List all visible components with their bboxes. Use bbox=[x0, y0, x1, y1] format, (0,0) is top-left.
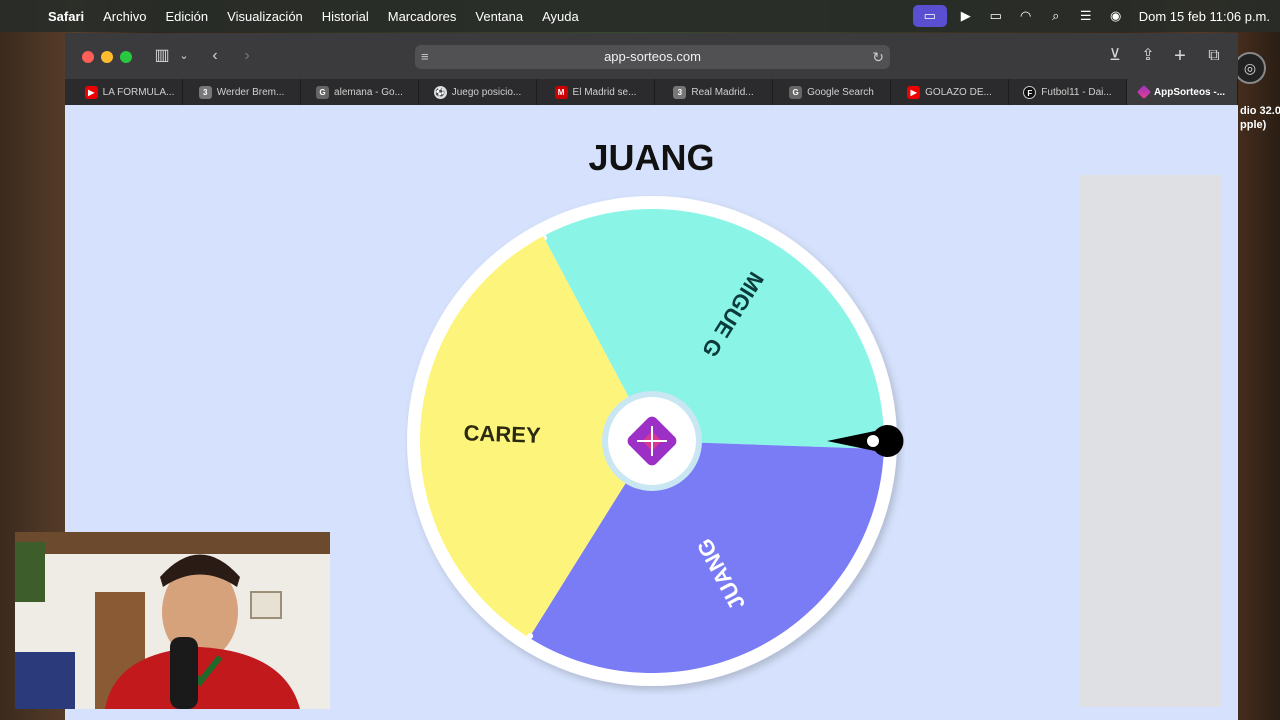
youtube-icon: ▶ bbox=[907, 85, 921, 99]
forward-button[interactable]: › bbox=[237, 45, 257, 67]
new-tab-icon[interactable]: + bbox=[1170, 45, 1190, 67]
site-3-icon: 3 bbox=[673, 85, 687, 99]
background-window-text: dio 32.0 pple) bbox=[1240, 105, 1280, 131]
tab-golazo[interactable]: ▶ GOLAZO DE... bbox=[891, 79, 1009, 105]
tab-overview-icon[interactable]: ⧉ bbox=[1204, 45, 1224, 67]
siri-icon[interactable]: ◉ bbox=[1101, 8, 1131, 24]
site-3-icon: 3 bbox=[198, 85, 212, 99]
marca-icon: M bbox=[554, 85, 568, 99]
google-icon: G bbox=[316, 85, 330, 99]
wifi-icon[interactable]: ◠ bbox=[1011, 8, 1041, 24]
page-menu-icon[interactable]: ≡ bbox=[421, 45, 429, 69]
battery-icon[interactable]: ▭ bbox=[981, 8, 1011, 24]
menu-ventana[interactable]: Ventana bbox=[475, 9, 523, 24]
chevron-down-icon[interactable]: ⌄ bbox=[177, 45, 191, 67]
webcam-video bbox=[15, 532, 330, 709]
wheel-divider-dot bbox=[527, 633, 534, 640]
wheel-segment-label: CAREY bbox=[463, 420, 541, 448]
menu-clock[interactable]: Dom 15 feb 11:06 p.m. bbox=[1139, 9, 1270, 24]
futbol11-icon: F bbox=[1023, 85, 1037, 99]
sidebar-toggle-icon[interactable]: ▥ bbox=[151, 45, 173, 67]
share-icon[interactable]: ⇪ bbox=[1138, 45, 1158, 67]
google-icon: G bbox=[789, 85, 803, 99]
menu-historial[interactable]: Historial bbox=[322, 9, 369, 24]
tab-alemana[interactable]: Galemana - Go... bbox=[301, 79, 419, 105]
status-area: ▭ ▶ ▭ ◠ ⌕ ☰ ◉ Dom 15 feb 11:06 p.m. bbox=[912, 0, 1270, 32]
menu-app-name[interactable]: Safari bbox=[48, 9, 84, 24]
tab-google-search[interactable]: G Google Search bbox=[773, 79, 891, 105]
ad-panel bbox=[1079, 175, 1222, 707]
play-icon[interactable]: ▶ bbox=[951, 8, 981, 24]
tab-juego-posiciones[interactable]: ⚽ Juego posicio... bbox=[419, 79, 537, 105]
background-app-logo-icon: ◎ bbox=[1234, 52, 1266, 84]
back-button[interactable]: ‹ bbox=[205, 45, 225, 67]
menu-edicion[interactable]: Edición bbox=[166, 9, 209, 24]
tab-el-madrid[interactable]: M El Madrid se... bbox=[537, 79, 655, 105]
football-site-icon: ⚽ bbox=[433, 85, 447, 99]
menu-marcadores[interactable]: Marcadores bbox=[388, 9, 457, 24]
downloads-icon[interactable]: ⊻ bbox=[1105, 45, 1125, 67]
minimize-window-button[interactable] bbox=[101, 51, 113, 63]
zoom-window-button[interactable] bbox=[120, 51, 132, 63]
winner-title: JUANG bbox=[588, 137, 715, 178]
tab-werder-bremen[interactable]: 3 Werder Brem... bbox=[183, 79, 301, 105]
browser-toolbar: ▥ ⌄ ‹ › ≡ app-sorteos.com ↻ ⊻ ⇪ + ⧉ bbox=[65, 33, 1238, 79]
spotlight-search-icon[interactable]: ⌕ bbox=[1041, 8, 1071, 24]
youtube-icon: ▶ bbox=[84, 85, 98, 99]
menu-visualizacion[interactable]: Visualización bbox=[227, 9, 303, 24]
url-text: app-sorteos.com bbox=[604, 49, 701, 64]
menu-bar: Safari Archivo Edición Visualización His… bbox=[0, 0, 1280, 32]
menu-ayuda[interactable]: Ayuda bbox=[542, 9, 579, 24]
webcam-overlay bbox=[15, 532, 330, 709]
tab-futbol11[interactable]: F Futbol11 - Dai... bbox=[1009, 79, 1127, 105]
tab-bar: ▶ LA FÓRMULA... 3 Werder Brem... Galemana … bbox=[65, 79, 1238, 105]
close-window-button[interactable] bbox=[82, 51, 94, 63]
tab-la-formula[interactable]: ▶ LA FÓRMULA... bbox=[65, 79, 183, 105]
address-bar[interactable]: ≡ app-sorteos.com ↻ bbox=[415, 45, 890, 69]
screen-mirroring-icon[interactable]: ▭ bbox=[912, 5, 947, 27]
spin-wheel[interactable]: MIGUE GJUANGCAREY bbox=[405, 195, 905, 695]
menu-archivo[interactable]: Archivo bbox=[103, 9, 146, 24]
control-center-icon[interactable]: ☰ bbox=[1071, 8, 1101, 24]
reload-icon[interactable]: ↻ bbox=[872, 45, 884, 69]
tab-real-madrid[interactable]: 3 Real Madrid... bbox=[655, 79, 773, 105]
tab-appsorteos[interactable]: AppSorteos -... bbox=[1127, 79, 1238, 105]
appsorteos-icon bbox=[1136, 84, 1152, 100]
